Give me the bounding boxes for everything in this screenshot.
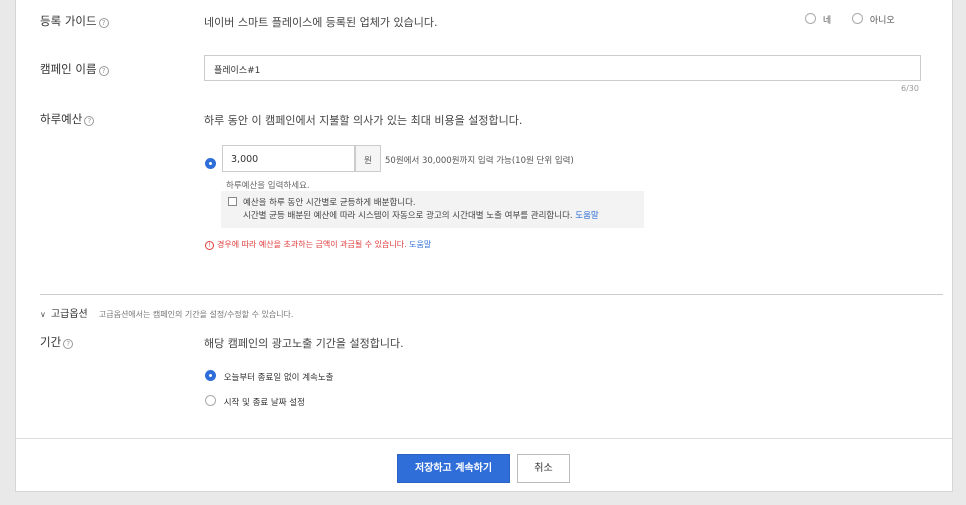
campaign-settings-panel: 등록 가이드? 네이버 스마트 플레이스에 등록된 업체가 있습니다. 네 아니… [15,0,953,492]
period-description: 해당 캠페인의 광고노출 기간을 설정합니다. [204,337,404,350]
registration-guide-no-option[interactable]: 아니오 [852,13,895,26]
distribute-help-link[interactable]: 도움말 [575,211,598,221]
warning-icon: ! [205,241,214,250]
daily-budget-unit: 원 [364,156,372,166]
advanced-options-title: 고급옵션 [50,309,88,320]
daily-budget-row-label: 하루예산? [40,111,95,127]
footer-divider [16,438,952,439]
daily-budget-value: 3,000 [231,154,259,165]
daily-budget-range-hint: 50원에서 30,000원까지 입력 가능(10원 단위 입력) [385,156,574,166]
radio-unselected[interactable] [205,395,216,406]
advanced-options-description: 고급옵션에서는 캠페인의 기간을 설정/수정할 수 있습니다. [98,310,294,319]
campaign-name-value: 플레이스#1 [214,66,261,76]
daily-budget-radio[interactable] [205,153,216,172]
chevron-down-icon: ∨ [40,310,46,319]
period-option-continuous[interactable]: 오늘부터 종료일 없이 계속노출 [205,370,333,383]
period-label: 기간 [40,335,62,349]
help-icon[interactable]: ? [84,116,95,126]
registration-guide-yes-option[interactable]: 네 [805,13,831,26]
budget-distribute-checkbox[interactable] [228,197,237,206]
registration-guide-description: 네이버 스마트 플레이스에 등록된 업체가 있습니다. [204,16,438,29]
option-continuous-label: 오늘부터 종료일 없이 계속노출 [223,373,334,383]
daily-budget-description: 하루 동안 이 캠페인에서 지불할 의사가 있는 최대 비용을 설정합니다. [204,114,523,127]
period-row-label: 기간? [40,334,74,350]
budget-distribute-description: 시간별 균등 배분된 예산에 따라 시스템이 자동으로 광고의 시간대별 노출 … [243,209,599,221]
budget-warning: ! 경우에 따라 예산을 초과하는 금액이 과금될 수 있습니다. 도움말 [205,239,431,250]
daily-budget-label: 하루예산 [40,112,83,126]
advanced-options-toggle[interactable]: ∨ 고급옵션 고급옵션에서는 캠페인의 기간을 설정/수정할 수 있습니다. [40,302,293,321]
radio-yes[interactable] [805,13,816,24]
budget-distribute-label: 예산을 하루 동안 시간별로 균등하게 배분합니다. [243,198,416,208]
daily-budget-unit-box: 원 [355,145,381,172]
help-icon[interactable]: ? [98,66,109,76]
campaign-name-input[interactable]: 플레이스#1 [204,55,921,81]
warning-text: 경우에 따라 예산을 초과하는 금액이 과금될 수 있습니다. [217,240,407,249]
daily-budget-input[interactable]: 3,000 [222,145,355,172]
period-option-dates[interactable]: 시작 및 종료 날짜 설정 [205,395,305,408]
option-yes-label: 네 [822,16,832,26]
budget-distribute-box: 예산을 하루 동안 시간별로 균등하게 배분합니다. 시간별 균등 배분된 예산… [221,191,644,228]
cancel-button[interactable]: 취소 [517,454,570,483]
registration-guide-label: 등록 가이드 [40,14,97,28]
daily-budget-input-hint: 하루예산을 입력하세요. [226,181,310,191]
section-divider [40,294,943,295]
campaign-name-counter: 6/30 [901,84,919,93]
radio-selected[interactable] [205,370,216,381]
registration-guide-row-label: 등록 가이드? [40,13,109,29]
campaign-name-label: 캠페인 이름 [40,62,97,76]
radio-selected[interactable] [205,158,216,169]
distribute-desc-text: 시간별 균등 배분된 예산에 따라 시스템이 자동으로 광고의 시간대별 노출 … [243,211,573,221]
radio-no[interactable] [852,13,863,24]
help-icon[interactable]: ? [98,18,109,28]
option-dates-label: 시작 및 종료 날짜 설정 [223,398,305,408]
help-icon[interactable]: ? [63,339,74,349]
warning-help-link[interactable]: 도움말 [409,240,431,249]
campaign-name-row-label: 캠페인 이름? [40,61,109,77]
save-and-continue-button[interactable]: 저장하고 계속하기 [397,454,510,483]
option-no-label: 아니오 [869,16,895,26]
